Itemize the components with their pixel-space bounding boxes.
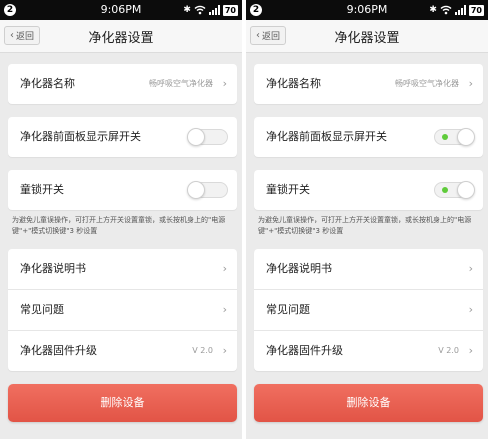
firmware-version: V 2.0 <box>438 346 459 355</box>
status-bar: 2 9:06PM ✱ 70 <box>0 0 242 20</box>
phone-screen-right: 2 9:06PM ✱ 70 ‹ 返回 净化器设置 净化器名称 畅呼吸空气净化器 … <box>246 0 488 439</box>
menu-item-label: 净化器说明书 <box>20 262 86 275</box>
wifi-icon <box>194 5 206 15</box>
child-lock-row: 童锁开关 <box>254 170 483 210</box>
menu-item-label: 净化器固件升级 <box>266 344 343 357</box>
display-switch-label: 净化器前面板显示屏开关 <box>20 130 141 143</box>
signal-icon <box>454 5 466 15</box>
toggle-knob <box>187 181 205 199</box>
device-name-label: 净化器名称 <box>266 77 321 90</box>
chevron-right-icon: › <box>468 262 473 275</box>
chevron-right-icon: › <box>222 303 227 316</box>
chevron-right-icon: › <box>222 262 227 275</box>
menu-item-manual[interactable]: 净化器说明书 › <box>254 249 483 289</box>
nav-bar: ‹ 返回 净化器设置 <box>0 20 242 53</box>
menu-item-label: 常见问题 <box>266 303 310 316</box>
device-name-value: 畅呼吸空气净化器 <box>149 79 213 88</box>
menu-item-faq[interactable]: 常见问题 › <box>254 289 483 330</box>
child-lock-row: 童锁开关 <box>8 170 237 210</box>
page-title: 净化器设置 <box>334 31 400 46</box>
device-name-label: 净化器名称 <box>20 77 75 90</box>
toggle-knob <box>457 128 475 146</box>
child-lock-label: 童锁开关 <box>266 183 310 196</box>
bluetooth-icon: ✱ <box>183 5 191 15</box>
delete-device-button[interactable]: 删除设备 <box>254 384 483 422</box>
toggle-on-indicator <box>442 134 448 140</box>
chevron-right-icon: › <box>222 344 227 357</box>
menu-item-faq[interactable]: 常见问题 › <box>8 289 237 330</box>
screenshot-pair: 2 9:06PM ✱ 70 ‹ 返回 净化器设置 净化器名称 畅呼吸空气净化器 … <box>0 0 488 439</box>
nav-bar: ‹ 返回 净化器设置 <box>246 20 488 53</box>
menu-card: 净化器说明书 › 常见问题 › 净化器固件升级 V 2.0 › <box>254 249 483 371</box>
child-lock-label: 童锁开关 <box>20 183 64 196</box>
chevron-right-icon: › <box>222 77 227 90</box>
display-switch-toggle[interactable] <box>434 128 475 146</box>
device-name-card: 净化器名称 畅呼吸空气净化器 › <box>8 64 237 104</box>
chevron-right-icon: › <box>468 344 473 357</box>
device-name-row[interactable]: 净化器名称 畅呼吸空气净化器 › <box>254 64 483 104</box>
bluetooth-icon: ✱ <box>429 5 437 15</box>
child-lock-card: 童锁开关 <box>254 170 483 210</box>
display-switch-row: 净化器前面板显示屏开关 <box>254 117 483 157</box>
wifi-icon <box>440 5 452 15</box>
battery-icon: 70 <box>222 4 238 16</box>
menu-item-manual[interactable]: 净化器说明书 › <box>8 249 237 289</box>
display-switch-toggle[interactable] <box>187 128 228 146</box>
display-switch-card: 净化器前面板显示屏开关 <box>254 117 483 157</box>
display-switch-card: 净化器前面板显示屏开关 <box>8 117 237 157</box>
display-switch-row: 净化器前面板显示屏开关 <box>8 117 237 157</box>
toggle-knob <box>457 181 475 199</box>
toggle-on-indicator <box>442 187 448 193</box>
child-lock-note: 为避免儿童误操作，可打开上方开关设置童锁，或长按机身上的"电源键"+"模式切换键… <box>258 216 472 235</box>
chevron-right-icon: › <box>468 77 473 90</box>
child-lock-toggle[interactable] <box>434 181 475 199</box>
device-name-value: 畅呼吸空气净化器 <box>395 79 459 88</box>
child-lock-card: 童锁开关 <box>8 170 237 210</box>
menu-item-firmware[interactable]: 净化器固件升级 V 2.0 › <box>8 330 237 371</box>
battery-icon: 70 <box>468 4 484 16</box>
menu-card: 净化器说明书 › 常见问题 › 净化器固件升级 V 2.0 › <box>8 249 237 371</box>
chevron-right-icon: › <box>468 303 473 316</box>
device-name-card: 净化器名称 畅呼吸空气净化器 › <box>254 64 483 104</box>
status-icons: ✱ 70 <box>429 4 484 16</box>
child-lock-toggle[interactable] <box>187 181 228 199</box>
toggle-knob <box>187 128 205 146</box>
status-icons: ✱ 70 <box>183 4 238 16</box>
page-title: 净化器设置 <box>88 31 154 46</box>
display-switch-label: 净化器前面板显示屏开关 <box>266 130 387 143</box>
phone-screen-left: 2 9:06PM ✱ 70 ‹ 返回 净化器设置 净化器名称 畅呼吸空气净化器 … <box>0 0 242 439</box>
device-name-row[interactable]: 净化器名称 畅呼吸空气净化器 › <box>8 64 237 104</box>
signal-icon <box>208 5 220 15</box>
firmware-version: V 2.0 <box>192 346 213 355</box>
delete-device-button[interactable]: 删除设备 <box>8 384 237 422</box>
menu-item-label: 净化器说明书 <box>266 262 332 275</box>
status-bar: 2 9:06PM ✱ 70 <box>246 0 488 20</box>
menu-item-firmware[interactable]: 净化器固件升级 V 2.0 › <box>254 330 483 371</box>
menu-item-label: 净化器固件升级 <box>20 344 97 357</box>
menu-item-label: 常见问题 <box>20 303 64 316</box>
child-lock-note: 为避免儿童误操作，可打开上方开关设置童锁，或长按机身上的"电源键"+"模式切换键… <box>12 216 226 235</box>
